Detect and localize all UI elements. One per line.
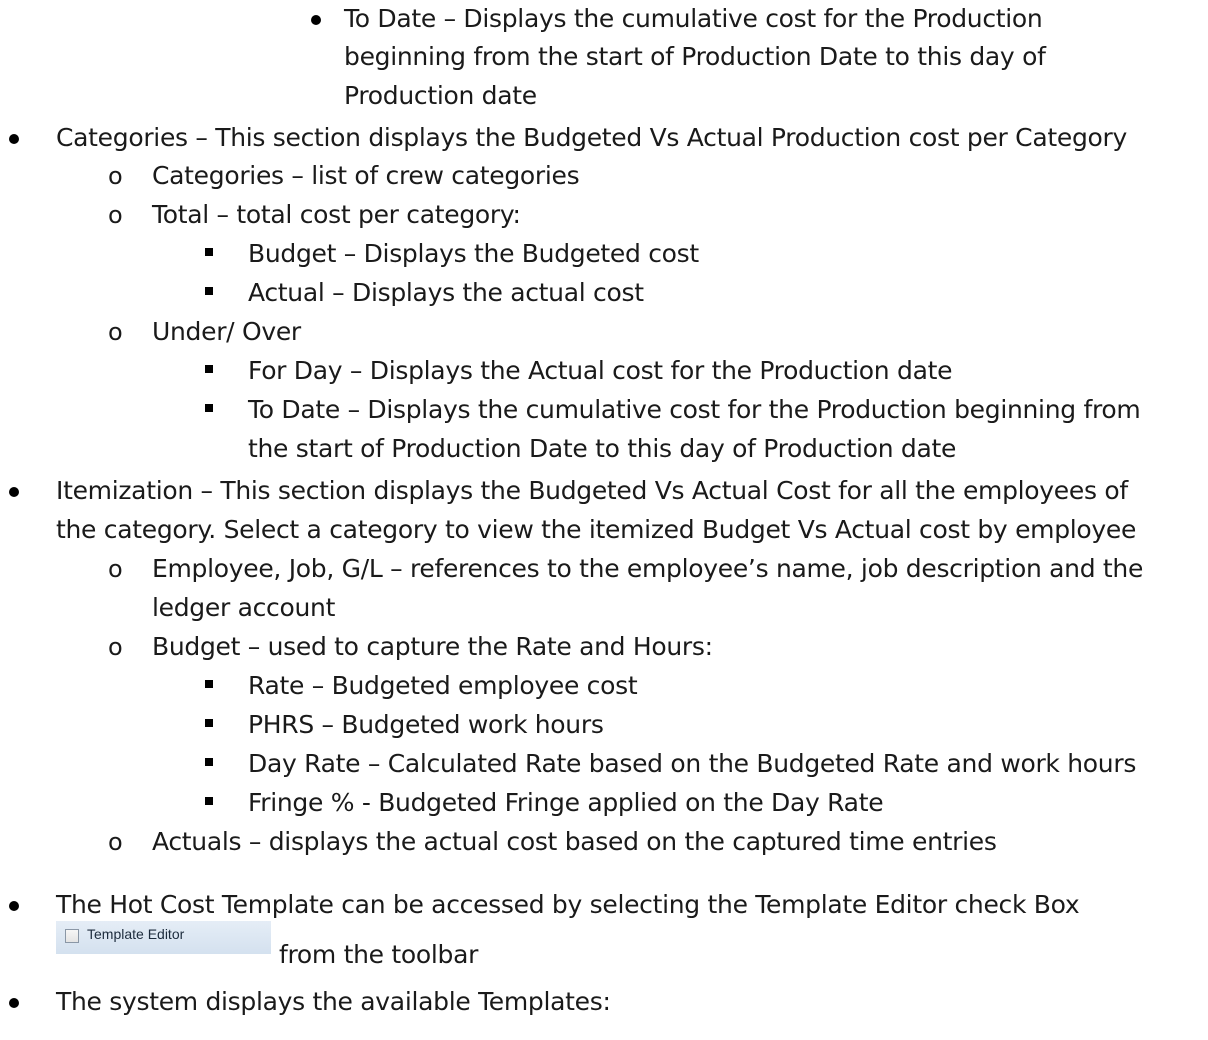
- paragraph-line: Budget – Displays the Budgeted cost: [248, 239, 699, 268]
- bullet-square: [205, 667, 213, 688]
- paragraph-line: The system displays the available Templa…: [56, 987, 611, 1016]
- bullet-square: [205, 274, 213, 295]
- paragraph-line: Employee, Job, G/L – references to the e…: [152, 554, 1144, 583]
- bullet-square: [205, 706, 213, 727]
- paragraph-line: Fringe % - Budgeted Fringe applied on th…: [248, 788, 884, 817]
- paragraph-line: Actuals – displays the actual cost based…: [152, 827, 997, 856]
- paragraph-line: Production date: [344, 81, 537, 110]
- bullet-disc: [9, 119, 19, 144]
- bullet-circle: o: [108, 201, 123, 229]
- paragraph-line: To Date – Displays the cumulative cost f…: [344, 4, 1043, 33]
- paragraph-line: Total – total cost per category:: [152, 200, 521, 229]
- bullet-square: [205, 745, 213, 766]
- paragraph-line: For Day – Displays the Actual cost for t…: [248, 356, 953, 385]
- bullet-disc: [311, 0, 321, 25]
- paragraph-line: ledger account: [152, 593, 336, 622]
- bullet-square: [205, 352, 213, 373]
- paragraph-line: Day Rate – Calculated Rate based on the …: [248, 749, 1137, 778]
- paragraph-line: Itemization – This section displays the …: [56, 476, 1128, 505]
- bullet-disc: [9, 886, 19, 911]
- bullet-circle: o: [108, 555, 123, 583]
- bullet-square: [205, 391, 213, 412]
- paragraph-line: Budget – used to capture the Rate and Ho…: [152, 632, 713, 661]
- template-editor-label: Template Editor: [87, 926, 185, 942]
- paragraph-line: the category. Select a category to view …: [56, 515, 1137, 544]
- checkbox-icon[interactable]: [65, 929, 79, 943]
- paragraph-line: Rate – Budgeted employee cost: [248, 671, 638, 700]
- bullet-circle: o: [108, 162, 123, 190]
- bullet-square: [205, 784, 213, 805]
- paragraph-line: Under/ Over: [152, 317, 301, 346]
- paragraph-line: To Date – Displays the cumulative cost f…: [248, 395, 1141, 424]
- paragraph-line: beginning from the start of Production D…: [344, 42, 1046, 71]
- paragraph-line: The Hot Cost Template can be accessed by…: [56, 890, 1080, 919]
- bullet-circle: o: [108, 318, 123, 346]
- paragraph-line: Categories – This section displays the B…: [56, 123, 1127, 152]
- bullet-disc: [9, 983, 19, 1008]
- bullet-disc: [9, 472, 19, 497]
- paragraph-line: from the toolbar: [279, 940, 479, 969]
- template-editor-checkbox[interactable]: Template Editor: [56, 921, 271, 954]
- bullet-square: [205, 235, 213, 256]
- paragraph-line: Actual – Displays the actual cost: [248, 278, 644, 307]
- bullet-circle: o: [108, 828, 123, 856]
- paragraph-line: the start of Production Date to this day…: [248, 434, 957, 463]
- paragraph-line: PHRS – Budgeted work hours: [248, 710, 604, 739]
- paragraph-line: Categories – list of crew categories: [152, 161, 580, 190]
- bullet-circle: o: [108, 633, 123, 661]
